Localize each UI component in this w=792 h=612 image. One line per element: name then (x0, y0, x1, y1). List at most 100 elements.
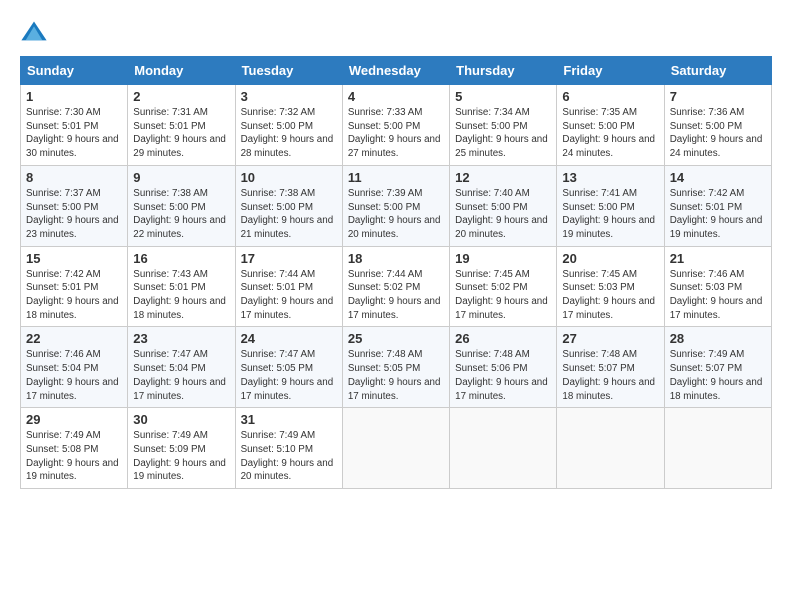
calendar-cell (557, 408, 664, 489)
day-info: Sunrise: 7:35 AM Sunset: 5:00 PM Dayligh… (562, 106, 658, 161)
day-number: 6 (562, 89, 658, 104)
day-info: Sunrise: 7:34 AM Sunset: 5:00 PM Dayligh… (455, 106, 551, 161)
day-number: 21 (670, 251, 766, 266)
calendar-cell: 1 Sunrise: 7:30 AM Sunset: 5:01 PM Dayli… (21, 85, 128, 166)
day-number: 23 (133, 331, 229, 346)
week-row-1: 1 Sunrise: 7:30 AM Sunset: 5:01 PM Dayli… (21, 85, 772, 166)
day-info: Sunrise: 7:40 AM Sunset: 5:00 PM Dayligh… (455, 187, 551, 242)
day-number: 8 (26, 170, 122, 185)
weekday-header-friday: Friday (557, 57, 664, 85)
day-number: 19 (455, 251, 551, 266)
day-number: 5 (455, 89, 551, 104)
calendar-cell (450, 408, 557, 489)
day-number: 16 (133, 251, 229, 266)
calendar-cell: 31 Sunrise: 7:49 AM Sunset: 5:10 PM Dayl… (235, 408, 342, 489)
calendar-cell: 2 Sunrise: 7:31 AM Sunset: 5:01 PM Dayli… (128, 85, 235, 166)
day-number: 29 (26, 412, 122, 427)
day-info: Sunrise: 7:49 AM Sunset: 5:09 PM Dayligh… (133, 429, 229, 484)
day-number: 1 (26, 89, 122, 104)
day-info: Sunrise: 7:33 AM Sunset: 5:00 PM Dayligh… (348, 106, 444, 161)
calendar-table: SundayMondayTuesdayWednesdayThursdayFrid… (20, 56, 772, 489)
day-number: 24 (241, 331, 337, 346)
calendar-cell: 9 Sunrise: 7:38 AM Sunset: 5:00 PM Dayli… (128, 165, 235, 246)
day-number: 28 (670, 331, 766, 346)
day-info: Sunrise: 7:47 AM Sunset: 5:05 PM Dayligh… (241, 348, 337, 403)
day-number: 20 (562, 251, 658, 266)
calendar-cell: 20 Sunrise: 7:45 AM Sunset: 5:03 PM Dayl… (557, 246, 664, 327)
calendar-cell: 25 Sunrise: 7:48 AM Sunset: 5:05 PM Dayl… (342, 327, 449, 408)
day-info: Sunrise: 7:47 AM Sunset: 5:04 PM Dayligh… (133, 348, 229, 403)
weekday-header-thursday: Thursday (450, 57, 557, 85)
calendar-cell: 21 Sunrise: 7:46 AM Sunset: 5:03 PM Dayl… (664, 246, 771, 327)
day-info: Sunrise: 7:42 AM Sunset: 5:01 PM Dayligh… (26, 268, 122, 323)
day-info: Sunrise: 7:44 AM Sunset: 5:01 PM Dayligh… (241, 268, 337, 323)
calendar-cell: 14 Sunrise: 7:42 AM Sunset: 5:01 PM Dayl… (664, 165, 771, 246)
calendar-cell: 22 Sunrise: 7:46 AM Sunset: 5:04 PM Dayl… (21, 327, 128, 408)
calendar-cell: 3 Sunrise: 7:32 AM Sunset: 5:00 PM Dayli… (235, 85, 342, 166)
day-number: 7 (670, 89, 766, 104)
weekday-header-sunday: Sunday (21, 57, 128, 85)
calendar-cell: 29 Sunrise: 7:49 AM Sunset: 5:08 PM Dayl… (21, 408, 128, 489)
day-number: 18 (348, 251, 444, 266)
day-info: Sunrise: 7:43 AM Sunset: 5:01 PM Dayligh… (133, 268, 229, 323)
day-number: 9 (133, 170, 229, 185)
calendar-cell: 19 Sunrise: 7:45 AM Sunset: 5:02 PM Dayl… (450, 246, 557, 327)
calendar-cell: 26 Sunrise: 7:48 AM Sunset: 5:06 PM Dayl… (450, 327, 557, 408)
day-info: Sunrise: 7:38 AM Sunset: 5:00 PM Dayligh… (241, 187, 337, 242)
week-row-5: 29 Sunrise: 7:49 AM Sunset: 5:08 PM Dayl… (21, 408, 772, 489)
weekday-header-monday: Monday (128, 57, 235, 85)
day-number: 25 (348, 331, 444, 346)
day-number: 2 (133, 89, 229, 104)
day-number: 30 (133, 412, 229, 427)
week-row-4: 22 Sunrise: 7:46 AM Sunset: 5:04 PM Dayl… (21, 327, 772, 408)
day-info: Sunrise: 7:37 AM Sunset: 5:00 PM Dayligh… (26, 187, 122, 242)
day-info: Sunrise: 7:48 AM Sunset: 5:06 PM Dayligh… (455, 348, 551, 403)
calendar-cell: 8 Sunrise: 7:37 AM Sunset: 5:00 PM Dayli… (21, 165, 128, 246)
day-info: Sunrise: 7:39 AM Sunset: 5:00 PM Dayligh… (348, 187, 444, 242)
calendar-cell (664, 408, 771, 489)
day-info: Sunrise: 7:38 AM Sunset: 5:00 PM Dayligh… (133, 187, 229, 242)
calendar-cell: 16 Sunrise: 7:43 AM Sunset: 5:01 PM Dayl… (128, 246, 235, 327)
day-info: Sunrise: 7:49 AM Sunset: 5:10 PM Dayligh… (241, 429, 337, 484)
day-number: 31 (241, 412, 337, 427)
weekday-header-row: SundayMondayTuesdayWednesdayThursdayFrid… (21, 57, 772, 85)
calendar-cell: 24 Sunrise: 7:47 AM Sunset: 5:05 PM Dayl… (235, 327, 342, 408)
calendar-cell: 10 Sunrise: 7:38 AM Sunset: 5:00 PM Dayl… (235, 165, 342, 246)
logo (20, 18, 52, 46)
day-info: Sunrise: 7:46 AM Sunset: 5:04 PM Dayligh… (26, 348, 122, 403)
day-info: Sunrise: 7:45 AM Sunset: 5:02 PM Dayligh… (455, 268, 551, 323)
day-info: Sunrise: 7:48 AM Sunset: 5:07 PM Dayligh… (562, 348, 658, 403)
weekday-header-tuesday: Tuesday (235, 57, 342, 85)
calendar-cell: 6 Sunrise: 7:35 AM Sunset: 5:00 PM Dayli… (557, 85, 664, 166)
page-container: SundayMondayTuesdayWednesdayThursdayFrid… (0, 0, 792, 499)
calendar-cell: 13 Sunrise: 7:41 AM Sunset: 5:00 PM Dayl… (557, 165, 664, 246)
logo-icon (20, 18, 48, 46)
day-number: 10 (241, 170, 337, 185)
day-number: 26 (455, 331, 551, 346)
calendar-cell (342, 408, 449, 489)
calendar-cell: 27 Sunrise: 7:48 AM Sunset: 5:07 PM Dayl… (557, 327, 664, 408)
calendar-cell: 15 Sunrise: 7:42 AM Sunset: 5:01 PM Dayl… (21, 246, 128, 327)
day-info: Sunrise: 7:44 AM Sunset: 5:02 PM Dayligh… (348, 268, 444, 323)
calendar-cell: 30 Sunrise: 7:49 AM Sunset: 5:09 PM Dayl… (128, 408, 235, 489)
week-row-3: 15 Sunrise: 7:42 AM Sunset: 5:01 PM Dayl… (21, 246, 772, 327)
day-number: 27 (562, 331, 658, 346)
day-number: 12 (455, 170, 551, 185)
calendar-cell: 5 Sunrise: 7:34 AM Sunset: 5:00 PM Dayli… (450, 85, 557, 166)
weekday-header-saturday: Saturday (664, 57, 771, 85)
day-number: 14 (670, 170, 766, 185)
header (20, 18, 772, 46)
day-number: 15 (26, 251, 122, 266)
calendar-cell: 4 Sunrise: 7:33 AM Sunset: 5:00 PM Dayli… (342, 85, 449, 166)
day-info: Sunrise: 7:41 AM Sunset: 5:00 PM Dayligh… (562, 187, 658, 242)
weekday-header-wednesday: Wednesday (342, 57, 449, 85)
calendar-cell: 12 Sunrise: 7:40 AM Sunset: 5:00 PM Dayl… (450, 165, 557, 246)
day-number: 13 (562, 170, 658, 185)
calendar-cell: 11 Sunrise: 7:39 AM Sunset: 5:00 PM Dayl… (342, 165, 449, 246)
day-number: 4 (348, 89, 444, 104)
calendar-cell: 17 Sunrise: 7:44 AM Sunset: 5:01 PM Dayl… (235, 246, 342, 327)
day-info: Sunrise: 7:31 AM Sunset: 5:01 PM Dayligh… (133, 106, 229, 161)
calendar-cell: 23 Sunrise: 7:47 AM Sunset: 5:04 PM Dayl… (128, 327, 235, 408)
day-info: Sunrise: 7:42 AM Sunset: 5:01 PM Dayligh… (670, 187, 766, 242)
day-number: 3 (241, 89, 337, 104)
